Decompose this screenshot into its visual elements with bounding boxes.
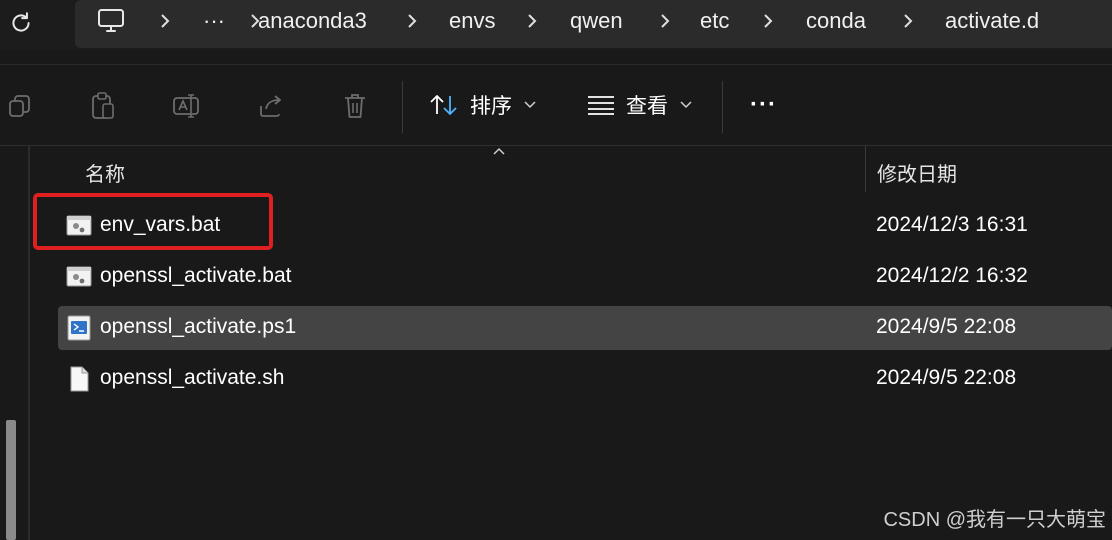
breadcrumb-item-activate-d[interactable]: activate.d [945,0,1039,42]
rename-icon [173,94,199,118]
chevron-right-icon [408,14,417,28]
toolbar-divider [402,81,403,133]
sort-label: 排序 [470,95,512,118]
chevron-right-icon [161,14,170,28]
batch-file-icon [66,266,92,287]
file-modified-date: 2024/12/2 16:32 [876,264,1028,287]
breadcrumb-item-envs[interactable]: envs [449,0,495,42]
more-options-button[interactable]: ··· [750,87,777,123]
chevron-down-icon [524,101,536,109]
view-list-icon [588,96,614,115]
breadcrumb: ··· anaconda3 envs qwen etc conda activa… [75,0,1112,48]
view-label: 查看 [626,95,668,118]
column-modified-header[interactable]: 修改日期 [877,158,957,187]
refresh-button[interactable] [4,6,38,40]
rename-button[interactable] [172,91,202,121]
powershell-file-icon [67,315,91,341]
this-pc-button[interactable] [97,0,125,42]
share-icon [260,95,281,117]
file-row[interactable]: openssl_activate.sh 2024/9/5 22:08 [58,357,1112,401]
chevron-right-icon [528,14,537,28]
file-name: openssl_activate.sh [100,366,285,389]
chevron-right-icon [661,14,670,28]
delete-button[interactable] [340,91,370,121]
navigation-pane-scrollbar[interactable] [6,420,16,540]
copy-button[interactable] [5,91,35,121]
breadcrumb-overflow-button[interactable]: ··· [203,0,225,42]
file-modified-date: 2024/12/3 16:31 [876,213,1028,236]
navigation-pane-divider [28,146,30,540]
file-name: openssl_activate.bat [100,264,292,287]
sort-icon [430,95,457,115]
annotation-highlight-box [33,193,273,250]
monitor-icon [98,9,124,32]
chevron-down-icon [680,101,692,109]
file-row-selected[interactable]: openssl_activate.ps1 2024/9/5 22:08 [58,306,1112,350]
breadcrumb-item-qwen[interactable]: qwen [570,0,623,42]
file-modified-date: 2024/9/5 22:08 [876,315,1017,338]
trash-icon [345,94,365,118]
column-resize-handle[interactable] [865,146,866,192]
copy-icon [9,95,30,117]
chevron-right-icon [904,14,913,28]
column-header: 名称 修改日期 [30,146,1112,192]
view-button[interactable]: 查看 [586,87,692,123]
breadcrumb-item-anaconda3[interactable]: anaconda3 [258,0,367,42]
breadcrumb-item-etc[interactable]: etc [700,0,729,42]
paste-button[interactable] [88,91,118,121]
file-name: openssl_activate.ps1 [100,315,297,338]
sort-ascending-icon [493,147,505,155]
file-modified-date: 2024/9/5 22:08 [876,366,1017,389]
watermark-text: CSDN @我有一只大萌宝 [883,509,1106,531]
share-button[interactable] [256,91,286,121]
toolbar-divider [722,81,723,133]
breadcrumb-item-conda[interactable]: conda [806,0,866,42]
blank-file-icon [70,366,89,392]
file-row[interactable]: openssl_activate.bat 2024/12/2 16:32 [58,255,1112,299]
column-name-header[interactable]: 名称 [85,158,125,187]
refresh-icon [12,12,30,32]
sort-button[interactable]: 排序 [428,87,536,123]
chevron-right-icon [764,14,773,28]
paste-icon [92,92,114,119]
address-bar: ··· anaconda3 envs qwen etc conda activa… [0,0,1112,50]
command-bar: 排序 查看 ··· [0,64,1112,146]
